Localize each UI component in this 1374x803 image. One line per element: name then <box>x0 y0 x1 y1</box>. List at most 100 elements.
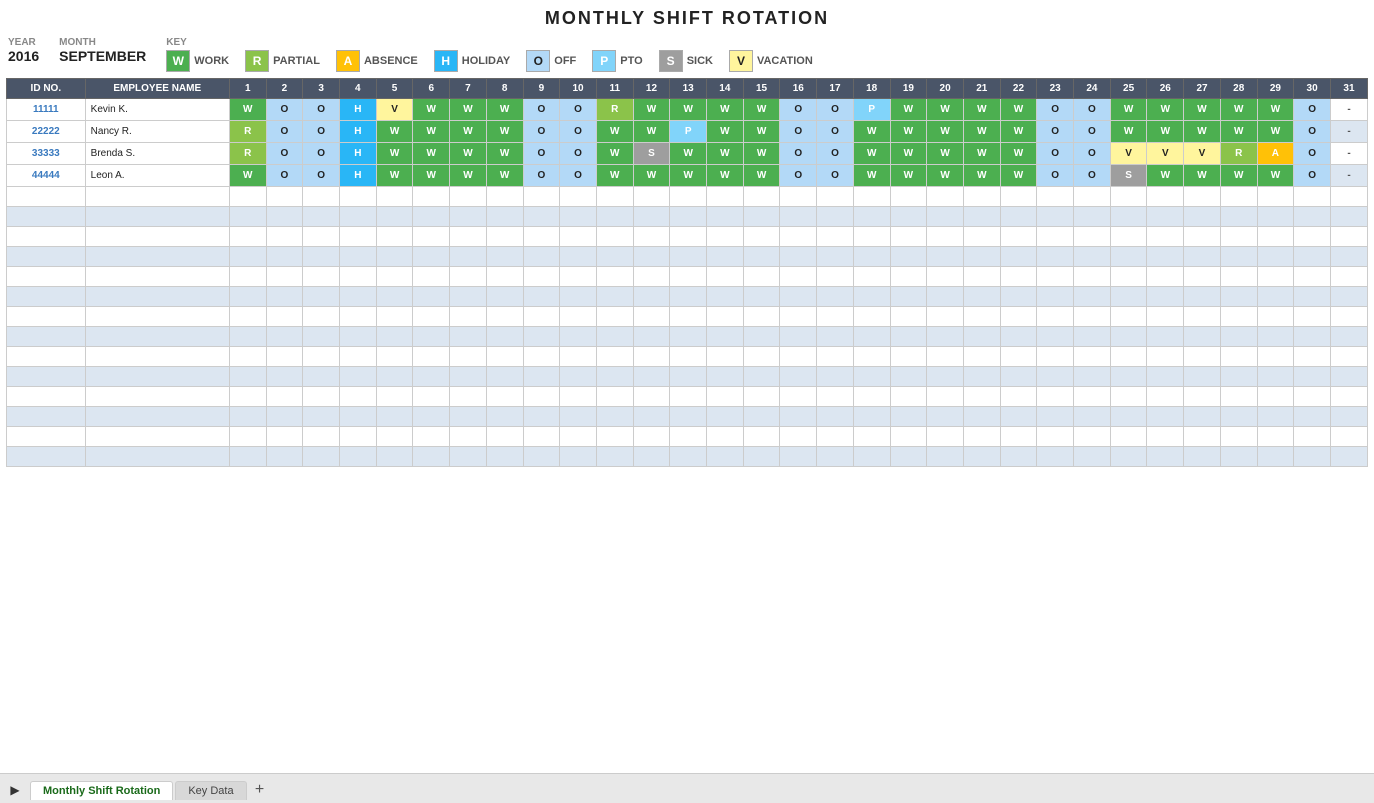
empty-cell-day-1 <box>229 367 266 387</box>
empty-cell-day-15 <box>743 387 780 407</box>
cell-day-3: O <box>303 99 340 121</box>
empty-cell-day-20 <box>927 367 964 387</box>
empty-cell-day-6 <box>413 287 450 307</box>
empty-cell-day-16 <box>780 267 817 287</box>
empty-cell-day-8 <box>486 247 523 267</box>
empty-cell-day-6 <box>413 307 450 327</box>
empty-cell-day-31 <box>1330 407 1367 427</box>
empty-cell-day-26 <box>1147 287 1184 307</box>
empty-cell-day-4 <box>339 227 376 247</box>
empty-row <box>7 327 1368 347</box>
empty-cell-day-25 <box>1110 207 1147 227</box>
empty-cell-day-4 <box>339 367 376 387</box>
empty-cell-day-11 <box>596 187 633 207</box>
empty-cell-day-14 <box>707 227 744 247</box>
tab-1[interactable]: Key Data <box>175 781 246 800</box>
empty-cell-id <box>7 287 86 307</box>
empty-cell-day-10 <box>560 427 597 447</box>
empty-cell-name <box>85 327 229 347</box>
empty-cell-day-12 <box>633 407 670 427</box>
empty-cell-day-10 <box>560 227 597 247</box>
key-badge-h: H <box>434 50 458 72</box>
empty-cell-day-5 <box>376 347 413 367</box>
empty-cell-day-18 <box>853 387 890 407</box>
empty-cell-day-16 <box>780 327 817 347</box>
empty-cell-day-29 <box>1257 207 1294 227</box>
empty-cell-day-30 <box>1294 307 1331 327</box>
key-text-h: HOLIDAY <box>462 55 511 67</box>
cell-day-31: - <box>1330 143 1367 165</box>
empty-cell-day-29 <box>1257 347 1294 367</box>
cell-day-14: W <box>707 143 744 165</box>
cell-day-9: O <box>523 165 560 187</box>
empty-cell-day-4 <box>339 347 376 367</box>
cell-day-7: W <box>450 99 487 121</box>
empty-cell-day-26 <box>1147 247 1184 267</box>
empty-cell-day-3 <box>303 387 340 407</box>
col-header-day-17: 17 <box>817 79 854 99</box>
empty-cell-day-12 <box>633 287 670 307</box>
col-header-day-24: 24 <box>1074 79 1111 99</box>
cell-name: Brenda S. <box>85 143 229 165</box>
empty-cell-day-22 <box>1000 387 1037 407</box>
empty-cell-day-16 <box>780 407 817 427</box>
empty-cell-day-29 <box>1257 407 1294 427</box>
tab-0[interactable]: Monthly Shift Rotation <box>30 781 173 800</box>
empty-cell-day-11 <box>596 247 633 267</box>
cell-id: 22222 <box>7 121 86 143</box>
col-header-day-26: 26 <box>1147 79 1184 99</box>
empty-cell-day-2 <box>266 447 303 467</box>
empty-cell-day-8 <box>486 267 523 287</box>
empty-cell-day-21 <box>963 187 1000 207</box>
empty-cell-day-30 <box>1294 207 1331 227</box>
empty-cell-day-20 <box>927 427 964 447</box>
empty-cell-id <box>7 327 86 347</box>
empty-cell-name <box>85 367 229 387</box>
cell-day-9: O <box>523 143 560 165</box>
cell-day-24: O <box>1074 99 1111 121</box>
key-text-s: SICK <box>687 55 713 67</box>
empty-cell-day-23 <box>1037 387 1074 407</box>
play-button[interactable]: ▶ <box>6 781 24 799</box>
empty-cell-name <box>85 407 229 427</box>
empty-cell-day-2 <box>266 187 303 207</box>
cell-day-4: H <box>339 121 376 143</box>
empty-cell-day-21 <box>963 407 1000 427</box>
empty-cell-day-30 <box>1294 247 1331 267</box>
empty-cell-day-17 <box>817 307 854 327</box>
col-header-day-3: 3 <box>303 79 340 99</box>
add-tab-button[interactable]: + <box>249 779 271 801</box>
empty-cell-day-6 <box>413 267 450 287</box>
empty-cell-day-25 <box>1110 187 1147 207</box>
empty-cell-id <box>7 447 86 467</box>
cell-day-1: R <box>229 121 266 143</box>
empty-cell-day-18 <box>853 367 890 387</box>
empty-cell-day-2 <box>266 427 303 447</box>
empty-cell-day-24 <box>1074 387 1111 407</box>
empty-cell-name <box>85 427 229 447</box>
empty-cell-day-21 <box>963 327 1000 347</box>
empty-cell-day-3 <box>303 247 340 267</box>
empty-cell-day-1 <box>229 347 266 367</box>
empty-cell-day-1 <box>229 307 266 327</box>
empty-cell-day-28 <box>1220 447 1257 467</box>
empty-cell-day-28 <box>1220 267 1257 287</box>
empty-cell-day-21 <box>963 207 1000 227</box>
cell-day-5: W <box>376 143 413 165</box>
cell-day-29: W <box>1257 165 1294 187</box>
empty-cell-day-13 <box>670 447 707 467</box>
empty-row <box>7 407 1368 427</box>
month-value: SEPTEMBER <box>59 48 146 64</box>
empty-cell-day-13 <box>670 207 707 227</box>
empty-cell-day-7 <box>450 267 487 287</box>
empty-cell-day-3 <box>303 367 340 387</box>
empty-cell-day-4 <box>339 247 376 267</box>
empty-cell-day-27 <box>1184 187 1221 207</box>
col-header-day-22: 22 <box>1000 79 1037 99</box>
key-item-p: P PTO <box>592 50 642 72</box>
empty-cell-day-4 <box>339 267 376 287</box>
cell-day-1: W <box>229 99 266 121</box>
empty-cell-day-9 <box>523 227 560 247</box>
empty-cell-day-16 <box>780 307 817 327</box>
cell-day-24: O <box>1074 165 1111 187</box>
